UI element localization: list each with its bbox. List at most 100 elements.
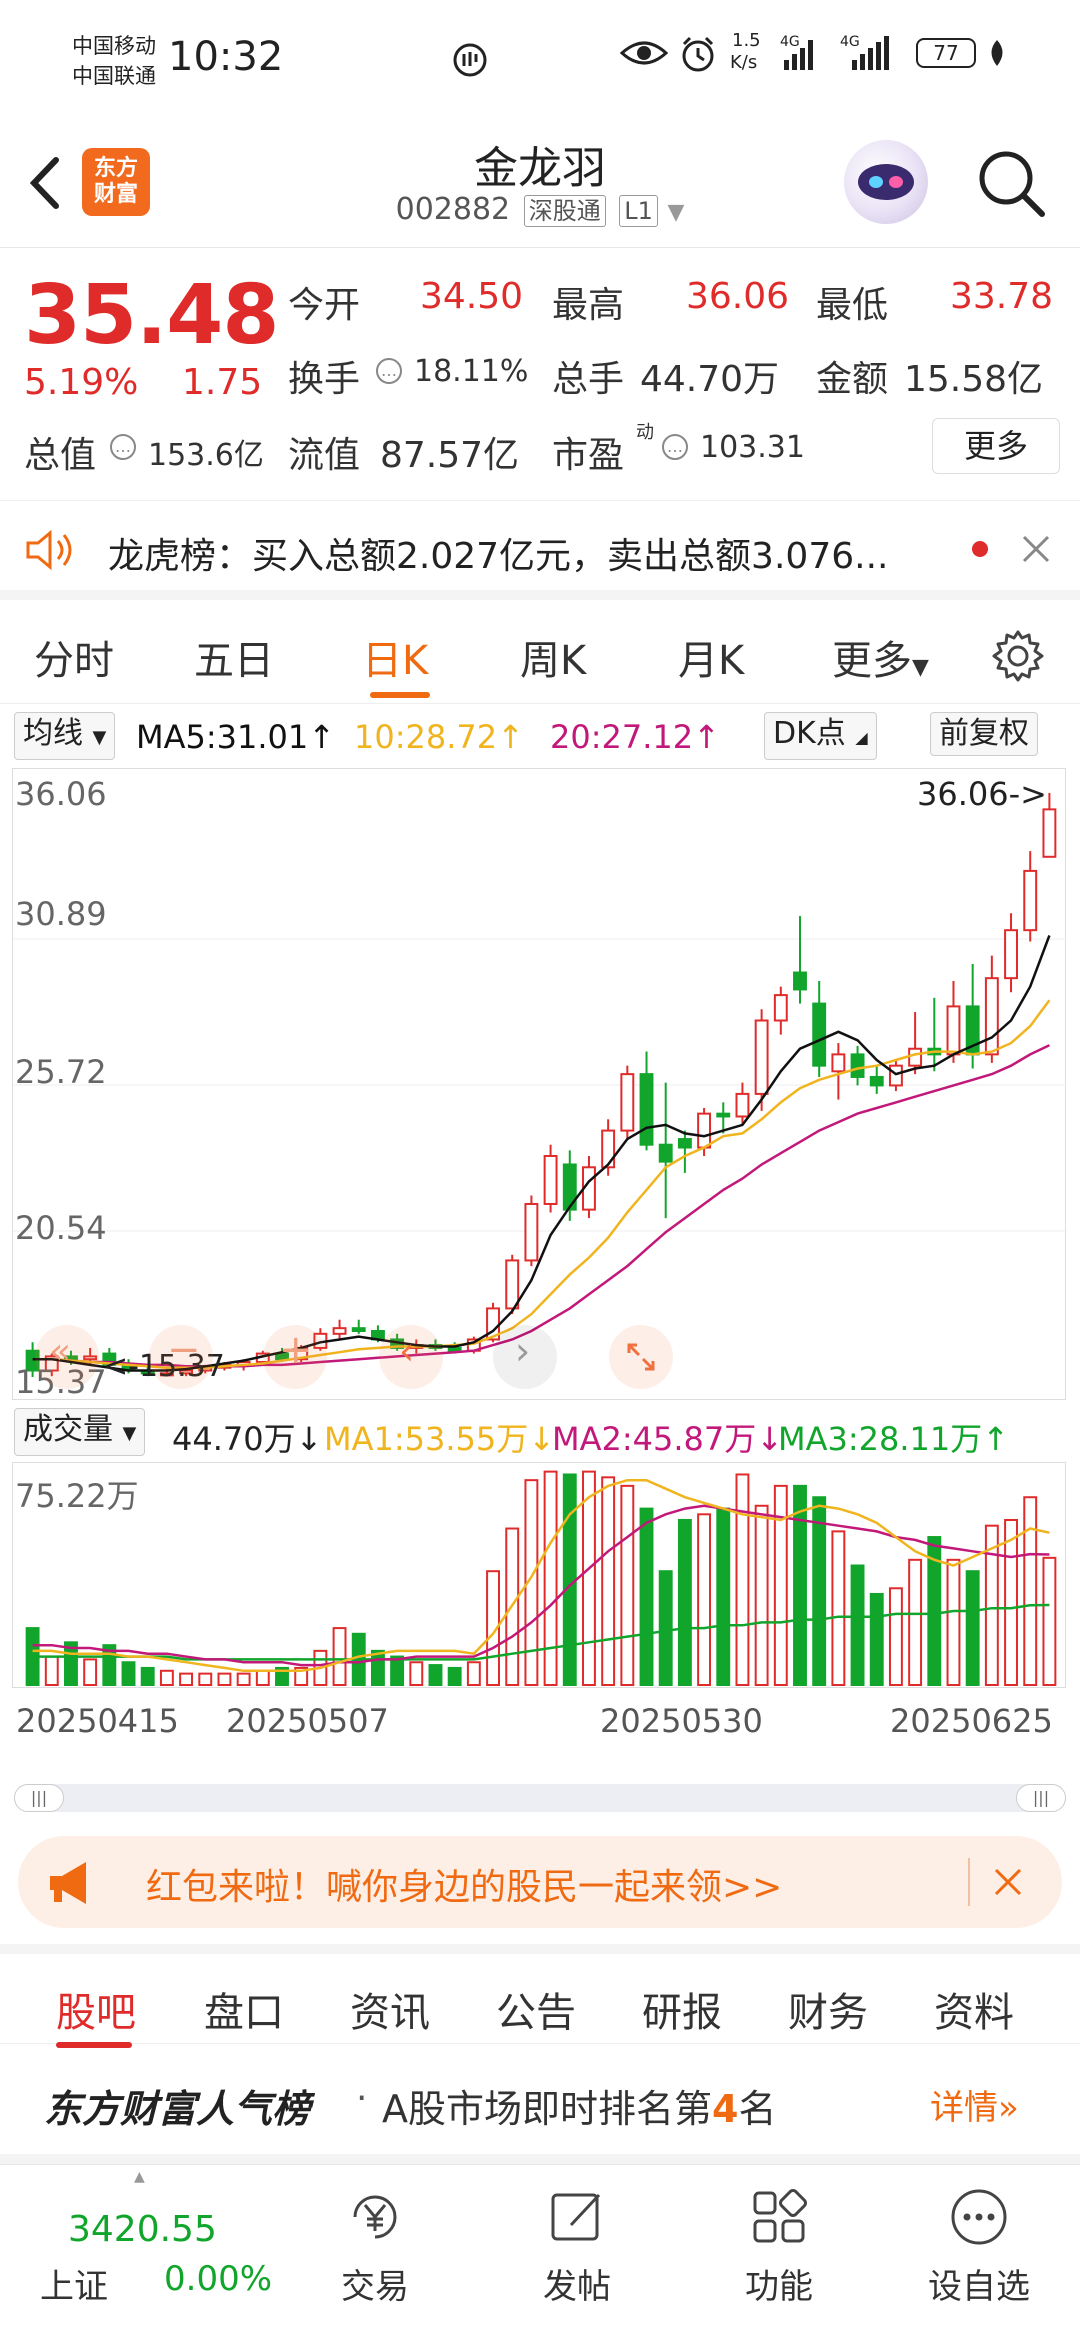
volume-value: 44.70万 [640,359,780,400]
tab-research[interactable]: 研报 [642,1980,722,2038]
rank-suffix: 名 [738,2087,777,2131]
zoom-out-button[interactable]: − [149,1325,213,1389]
candle-up [946,1005,961,1056]
volume-bar-up [1042,1556,1057,1686]
candle-up [601,1129,616,1169]
scroll-left-button[interactable]: ‹ [379,1325,443,1389]
chevron-right-icon: › [515,1329,531,1373]
nav-trade[interactable]: 交易 [310,2185,440,2308]
tab-monthly-k[interactable]: 月K [678,628,744,686]
banner-text: 红包来啦！喊你身边的股民一起来领>> [146,1867,783,1908]
turnover-label: 换手 [288,359,361,400]
settings-gear-icon[interactable] [990,628,1046,684]
date-label-2: 20250507 [226,1702,389,1740]
rank-detail-link[interactable]: 详情» [930,2080,1019,2129]
nav-functions[interactable]: 功能 [714,2185,844,2308]
volume-bar-up [466,1661,481,1687]
turnover-info-icon[interactable]: … [376,358,402,384]
quote-panel: 35.48 5.19% 1.75 今开 34.50 最高 36.06 最低 33… [0,250,1080,498]
chart-range-scrollbar[interactable]: ||| ||| [14,1784,1066,1812]
float-cap-value: 87.57亿 [380,435,520,476]
nav-functions-label: 功能 [745,2267,813,2307]
tab-intraday[interactable]: 分时 [34,628,114,686]
nav-post[interactable]: 发帖 [512,2185,642,2308]
candle-down [793,971,807,991]
close-icon[interactable] [1016,529,1056,569]
volume-indicator-selector[interactable]: 成交量 ▼ [14,1408,146,1456]
tab-daily-k[interactable]: 日K [362,628,428,686]
volume-bar-down [428,1664,443,1686]
ma-legend-row: 均线 ▼ MA5:31.01↑ 10:28.72↑ 20:27.12↑ DK点 … [0,712,1080,762]
divider [968,1858,970,1906]
dk-point-toggle[interactable]: DK点 ◢ [764,712,877,760]
pe-info-icon[interactable]: … [662,434,688,460]
scroll-left-fast-button[interactable]: « [35,1325,99,1389]
ma20-value: 20:27.12↑ [550,718,720,756]
candle-down [447,1346,462,1352]
volume-bar-up [754,1504,769,1687]
volume-bar-up [332,1627,347,1686]
tab-announcements[interactable]: 公告 [496,1980,576,2038]
tab-guba[interactable]: 股吧 [56,1980,136,2038]
price-adjust-selector[interactable]: 前复权 [930,712,1038,756]
popularity-rank-row[interactable]: 东方财富人气榜 · A股市场即时排名第4名 详情» [0,2046,1080,2164]
volume-bar-up [255,1669,270,1686]
candle-up [831,1053,846,1073]
alarm-icon [682,36,714,72]
nav-add-watchlist[interactable]: 设自选 [914,2185,1044,2308]
volume-bar-down [121,1661,136,1687]
scroll-right-button[interactable]: › [493,1325,557,1389]
indicator-selector[interactable]: 均线 ▼ [14,712,116,760]
dragon-tiger-notice[interactable]: 龙虎榜：买入总额2.027亿元，卖出总额3.076... [0,500,1080,600]
range-handle-left[interactable]: ||| [14,1784,64,1812]
index-ticker[interactable]: ▲ 3420.55 上证 0.00% [24,2169,272,2329]
red-packet-banner[interactable]: 红包来啦！喊你身边的股民一起来领>> [18,1836,1062,1928]
volume-bar-up [831,1530,846,1686]
battery-indicator: 77 [916,38,976,68]
stock-code: 002882 [395,192,511,227]
trade-yuan-icon [353,2195,397,2239]
separator-dot: · [356,2078,368,2119]
tab-financials[interactable]: 财务 [788,1980,868,2038]
open-value: 34.50 [420,276,524,317]
net-speed-unit: K/s [730,52,758,73]
plus-icon: + [279,1327,313,1373]
tab-weekly-k[interactable]: 周K [520,628,586,686]
tab-order-book[interactable]: 盘口 [204,1980,284,2038]
zoom-in-button[interactable]: + [263,1325,327,1389]
volume-bar-down [869,1592,884,1687]
rank-prefix: A股市场即时排名第 [382,2087,712,2131]
kline-chart[interactable]: 36.06 30.89 25.72 20.54 15.37 36.06-> <-… [12,768,1067,1401]
volume-chart[interactable]: 75.22万 [12,1462,1066,1688]
rank-text: A股市场即时排名第4名 [382,2078,776,2133]
active-tab-indicator [370,692,430,698]
market-cap-info-icon[interactable]: … [110,434,136,460]
candle-down [351,1327,366,1332]
rank-title: 东方财富人气榜 [44,2087,311,2131]
more-quote-button[interactable]: 更多 [932,418,1060,474]
kline-plot [13,793,1067,1377]
svg-text:4G: 4G [780,34,800,50]
candle-up [908,1047,923,1067]
volume-bar-up [236,1672,251,1686]
fullscreen-button[interactable] [609,1325,673,1389]
double-left-icon: « [49,1331,72,1372]
carrier-2: 中国联通 [72,64,156,88]
stock-header: 东方 财富 金龙羽 002882 深股通 L1 ▼ [0,120,1080,248]
close-icon[interactable] [988,1862,1028,1902]
tab-news[interactable]: 资讯 [350,1980,430,2038]
megaphone-icon [50,1862,86,1904]
edit-post-icon [551,2193,601,2241]
assistant-robot-avatar[interactable] [844,140,928,224]
tab-five-day[interactable]: 五日 [194,628,274,686]
leaf-icon [991,40,1003,66]
volume-bar-up [601,1476,616,1687]
range-handle-right[interactable]: ||| [1016,1784,1066,1812]
high-value: 36.06 [686,276,790,317]
tab-profile[interactable]: 资料 [934,1980,1014,2038]
change-value: 1.75 [182,362,263,403]
tab-more-periods[interactable]: 更多▼ [832,628,929,686]
search-button[interactable] [972,144,1052,224]
volume-y-max: 75.22万 [15,1477,139,1515]
status-icons: 1.5 K/s 4G 4G 77 [440,30,1040,90]
